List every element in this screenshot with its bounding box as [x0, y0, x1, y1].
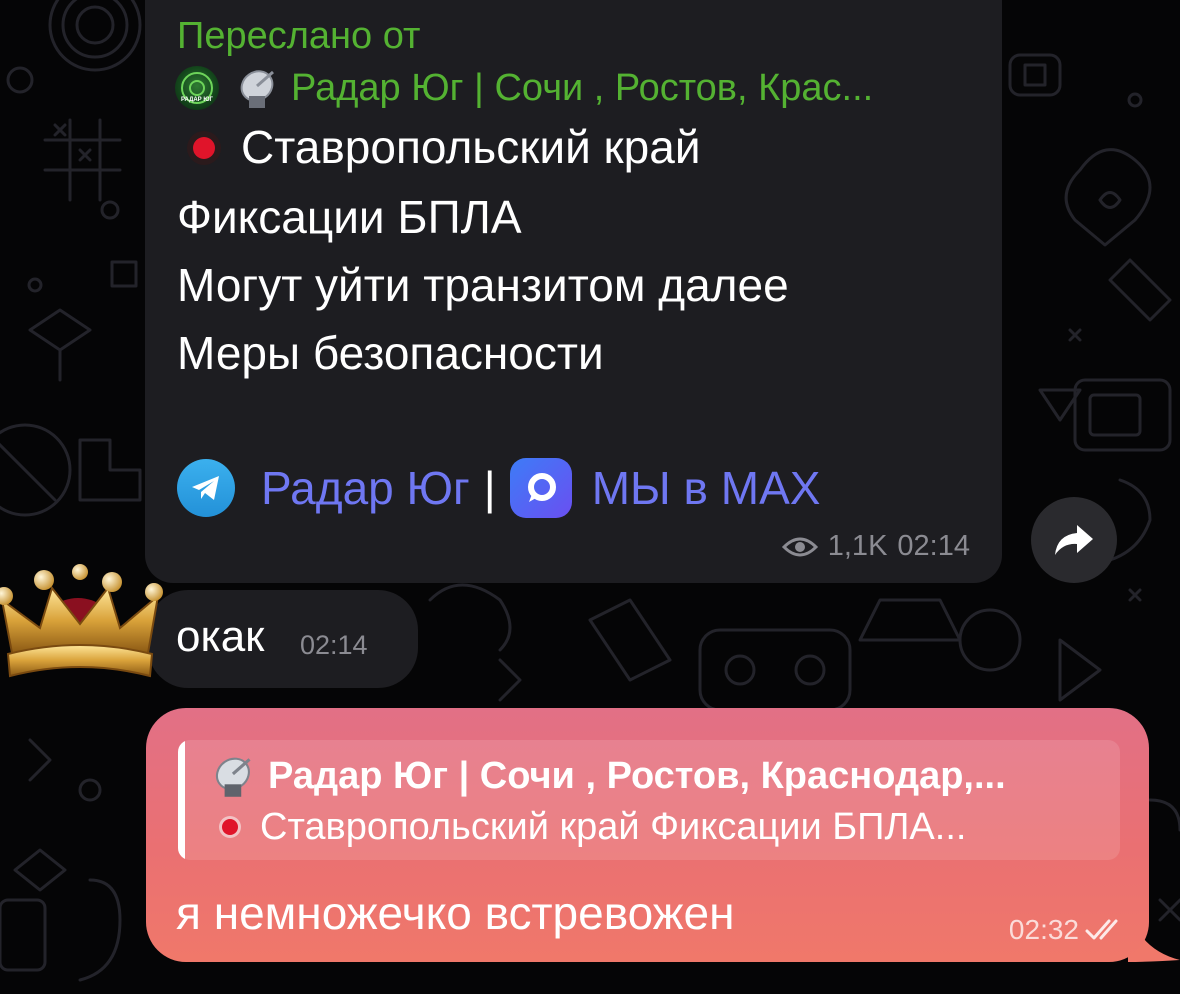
message-text: окак — [176, 612, 265, 661]
chat-screen: Переслано от РАДАР ЮГ Радар Юг | Сочи , … — [0, 0, 1180, 994]
outgoing-message-bubble[interactable]: Радар Юг | Сочи , Ростов, Краснодар,... … — [146, 708, 1149, 962]
radar-avatar-caption: РАДАР ЮГ — [181, 97, 213, 103]
crown-icon — [0, 564, 163, 678]
message-line-3: Могут уйти транзитом далее — [177, 259, 789, 311]
satellite-dish-icon — [240, 70, 274, 108]
forwarded-from-label: Переслано от — [177, 15, 421, 57]
message-meta: 1,1K 02:14 — [781, 530, 970, 563]
double-check-icon — [1085, 919, 1118, 940]
satellite-dish-icon — [215, 757, 251, 797]
reply-snippet-row: Ставропольский край Фиксации БПЛА... — [222, 804, 966, 850]
view-count: 1,1K — [827, 530, 888, 562]
radar-channel-avatar: РАДАР ЮГ — [175, 66, 219, 110]
telegram-channel-link[interactable]: Радар Юг — [261, 461, 470, 515]
max-channel-link[interactable]: МЫ в МАХ — [592, 461, 821, 515]
message-text: я немножечко встревожен — [176, 887, 735, 939]
reply-title-row: Радар Юг | Сочи , Ростов, Краснодар,... — [208, 750, 1006, 802]
message-time: 02:14 — [897, 530, 970, 562]
eye-icon — [781, 537, 818, 556]
channel-links-row: Радар Юг | МЫ в МАХ — [177, 458, 820, 518]
share-button[interactable] — [1031, 497, 1117, 583]
forwarded-message-bubble[interactable]: Переслано от РАДАР ЮГ Радар Юг | Сочи , … — [145, 0, 1002, 583]
message-line-1: Ставропольский край — [241, 121, 701, 173]
forwarded-source-name: Радар Юг | Сочи , Ростов, Крас... — [291, 66, 874, 109]
red-circle-emoji-icon — [193, 137, 215, 160]
message-time: 02:32 — [1008, 914, 1079, 945]
forwarded-source-link[interactable]: РАДАР ЮГ Радар Юг | Сочи , Ростов, Крас.… — [175, 62, 873, 114]
crown-avatar[interactable] — [0, 558, 170, 688]
telegram-icon — [177, 459, 235, 517]
message-line-region: Ставропольский край — [177, 120, 701, 174]
reply-quote[interactable]: Радар Юг | Сочи , Ростов, Краснодар,... … — [178, 740, 1120, 860]
red-circle-emoji-icon — [222, 819, 238, 835]
message-time: 02:14 — [300, 630, 368, 660]
reply-title: Радар Юг | Сочи , Ростов, Краснодар,... — [268, 754, 1006, 797]
share-arrow-icon — [1055, 525, 1093, 555]
reply-snippet: Ставропольский край Фиксации БПЛА... — [260, 805, 967, 848]
message-line-4: Меры безопасности — [177, 327, 604, 379]
message-line-2: Фиксации БПЛА — [177, 191, 522, 243]
incoming-message-bubble[interactable]: окак 02:14 — [148, 590, 418, 688]
message-meta: 02:32 — [1009, 914, 1125, 946]
links-separator: | — [483, 462, 496, 514]
max-app-icon — [509, 458, 572, 518]
reply-accent-bar — [178, 740, 185, 860]
